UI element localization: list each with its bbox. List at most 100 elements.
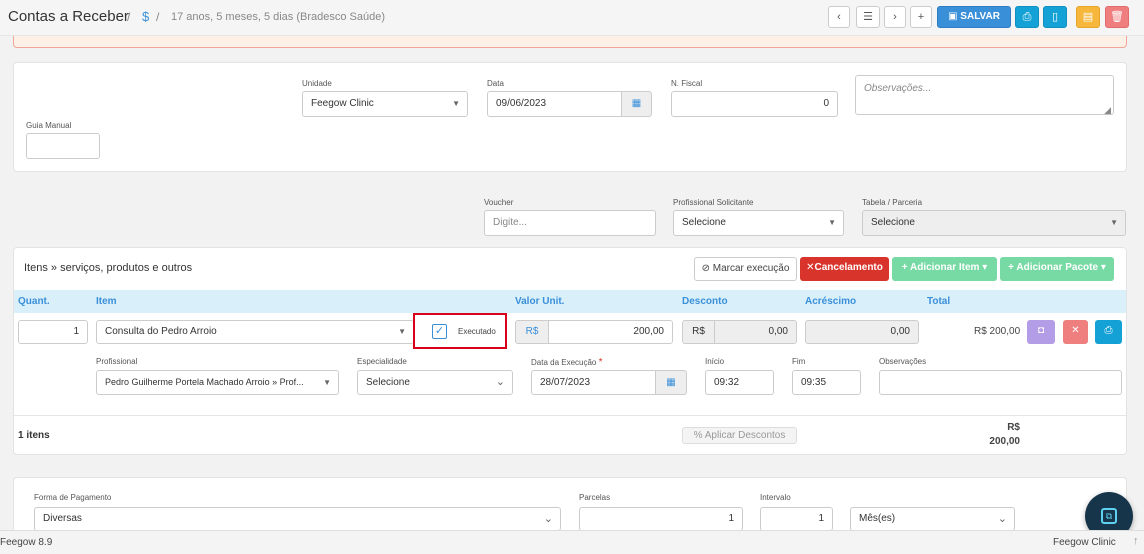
document-button[interactable]: ▯ <box>1043 6 1067 28</box>
print-icon: ⎙ <box>1104 325 1113 336</box>
save-icon: ▣ <box>948 11 961 22</box>
file-button[interactable]: ▤ <box>1076 6 1100 28</box>
add-button[interactable]: + <box>910 6 932 28</box>
col-quant: Quant. <box>18 296 50 307</box>
guia-input[interactable] <box>26 133 100 159</box>
print-row-button[interactable]: ⎙ <box>1095 320 1122 344</box>
desconto-input[interactable]: 0,00 <box>714 320 797 344</box>
close-icon: ✕ <box>1071 325 1080 336</box>
save-button[interactable]: ▣ SALVAR <box>937 6 1011 28</box>
currency-addon: R$ <box>515 320 549 344</box>
prev-button[interactable]: ‹ <box>828 6 850 28</box>
marcar-execucao-button[interactable]: ⊘ Marcar execução <box>694 257 797 281</box>
valor-input[interactable]: 200,00 <box>548 320 673 344</box>
calendar-button[interactable]: ▦ <box>655 370 687 395</box>
periodo-select[interactable]: Mês(es) ⌄ <box>850 507 1015 531</box>
voucher-input[interactable]: Digite... <box>484 210 656 236</box>
profsol-select[interactable]: Selecione ▼ <box>673 210 844 236</box>
fim-input[interactable]: 09:35 <box>792 370 861 395</box>
breadcrumb-separator: / <box>127 10 131 24</box>
acrescimo-input[interactable]: 0,00 <box>805 320 919 344</box>
profissional-select[interactable]: Pedro Guilherme Portela Machado Arroio »… <box>96 370 339 395</box>
breadcrumb-dollar[interactable]: $ <box>142 9 149 24</box>
guia-label: Guia Manual <box>26 121 72 130</box>
unidade-select[interactable]: Feegow Clinic ▼ <box>302 91 468 117</box>
caret-down-icon: ▼ <box>452 99 460 108</box>
arrow-up-icon[interactable]: ↑ <box>1133 535 1139 547</box>
caret-down-icon: ▼ <box>828 218 836 227</box>
data-input[interactable]: 09/06/2023 <box>487 91 622 117</box>
tabela-label: Tabela / Parceria <box>862 198 923 207</box>
plus-icon: + <box>917 11 925 23</box>
executado-checkbox[interactable]: ✓ <box>432 324 447 339</box>
x-icon: ✕ <box>806 262 815 273</box>
resize-handle-icon: ◢ <box>1104 105 1111 115</box>
check-icon: ✓ <box>434 325 445 337</box>
calendar-button[interactable]: ▦ <box>621 91 652 117</box>
data-exec-input[interactable]: 28/07/2023 <box>531 370 656 395</box>
list-button[interactable]: ☰ <box>856 6 880 28</box>
camera-icon: ◘ <box>1037 325 1045 336</box>
calendar-icon: ▦ <box>666 377 676 388</box>
add-pacote-button[interactable]: + Adicionar Pacote ▾ <box>1000 257 1114 281</box>
item-select[interactable]: Consulta do Pedro Arroio ▼ <box>96 320 414 344</box>
quant-input[interactable]: 1 <box>18 320 88 344</box>
intervalo-label: Intervalo <box>760 493 791 502</box>
nfiscal-input[interactable]: 0 <box>671 91 838 117</box>
executado-label: Executado <box>458 327 496 336</box>
next-button[interactable]: › <box>884 6 906 28</box>
col-total: Total <box>927 296 951 307</box>
file-icon: ▤ <box>1082 11 1094 23</box>
trash-icon: 🗑 <box>1110 11 1124 23</box>
col-item: Item <box>96 296 117 307</box>
col-valor: Valor Unit. <box>515 296 565 307</box>
aplicar-descontos-button[interactable]: % Aplicar Descontos <box>682 427 797 444</box>
intervalo-input[interactable]: 1 <box>760 507 833 531</box>
observacoes-textarea[interactable]: Observações... ◢ <box>855 75 1114 115</box>
col-desconto: Desconto <box>682 296 728 307</box>
profsol-label: Profissional Solicitante <box>673 198 754 207</box>
caret-down-icon: ▾ <box>1098 262 1106 273</box>
list-icon: ☰ <box>863 11 873 23</box>
chevron-right-icon: › <box>893 11 897 23</box>
chat-icon: ⧉ <box>1101 508 1117 524</box>
remove-row-button[interactable]: ✕ <box>1063 320 1088 344</box>
fim-label: Fim <box>792 357 806 366</box>
plus-icon: + <box>901 262 910 273</box>
col-acrescimo: Acréscimo <box>805 296 857 307</box>
chevron-down-icon: ⌄ <box>997 513 1007 525</box>
chevron-down-icon: ⌄ <box>495 376 505 388</box>
check-circle-icon: ⊘ <box>701 263 713 274</box>
camera-button[interactable]: ◘ <box>1027 320 1055 344</box>
caret-down-icon: ▼ <box>398 327 406 336</box>
obs-input[interactable] <box>879 370 1122 395</box>
chevron-down-icon: ⌄ <box>543 513 553 525</box>
parcelas-label: Parcelas <box>579 493 611 502</box>
desconto-currency[interactable]: R$ <box>682 320 715 344</box>
obs-label: Observações <box>879 357 927 366</box>
inicio-input[interactable]: 09:32 <box>705 370 774 395</box>
required-mark: * <box>598 357 603 368</box>
print-button[interactable]: ⎙ <box>1015 6 1039 28</box>
items-count: 1 itens <box>18 430 50 441</box>
forma-select[interactable]: Diversas ⌄ <box>34 507 561 531</box>
profissional-label: Profissional <box>96 357 138 366</box>
especialidade-label: Especialidade <box>357 357 407 366</box>
percent-icon: % <box>693 430 705 441</box>
delete-button[interactable]: 🗑 <box>1105 6 1129 28</box>
tabela-select[interactable]: Selecione ▼ <box>862 210 1126 236</box>
row-total: R$ 200,00 <box>974 326 1021 337</box>
especialidade-select[interactable]: Selecione ⌄ <box>357 370 513 395</box>
add-item-button[interactable]: + Adicionar Item ▾ <box>892 257 997 281</box>
divider <box>14 415 1126 416</box>
voucher-label: Voucher <box>484 198 514 207</box>
patient-info: 17 anos, 5 meses, 5 dias (Bradesco Saúde… <box>171 11 386 23</box>
page-title: Contas a Receber <box>8 8 129 25</box>
chevron-left-icon: ‹ <box>837 11 841 23</box>
document-icon: ▯ <box>1051 11 1059 23</box>
cancelamento-button[interactable]: ✕Cancelamento <box>800 257 889 281</box>
data-exec-label: Data da Execução * <box>531 357 603 368</box>
parcelas-input[interactable]: 1 <box>579 507 743 531</box>
version-label: Feegow 8.9 <box>0 537 53 548</box>
nfiscal-label: N. Fiscal <box>671 79 703 88</box>
